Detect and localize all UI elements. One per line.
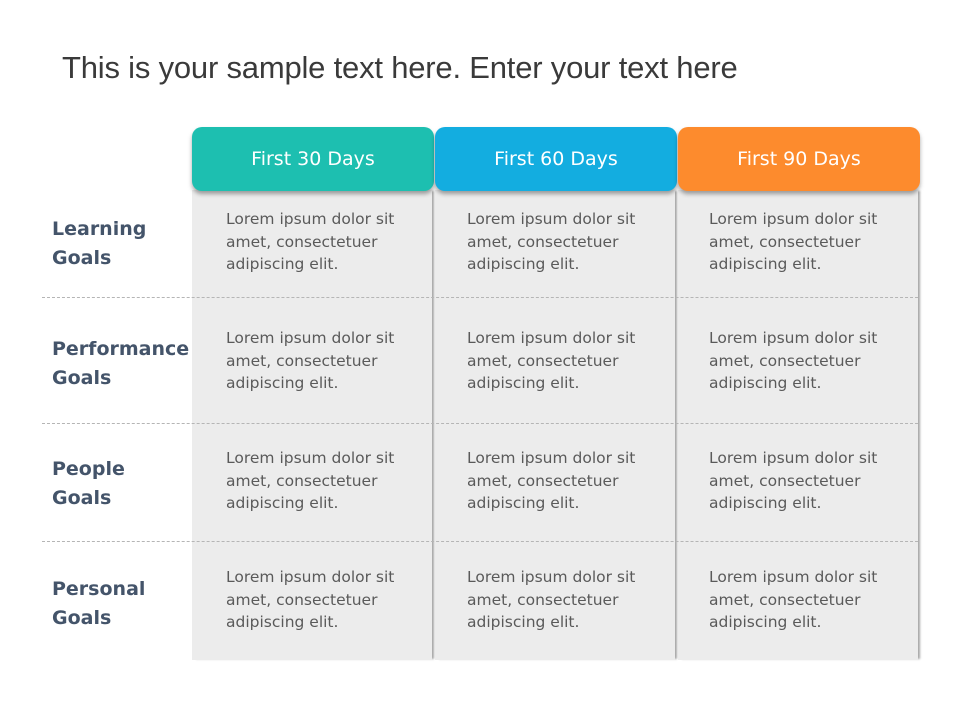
column-header-60-days: First 60 Days — [435, 127, 677, 191]
row-divider — [42, 297, 918, 298]
table-cell: Lorem ipsum dolor sit amet, consectetuer a… — [226, 327, 426, 395]
row-label-line: Goals — [52, 607, 112, 629]
cell-text-line: adipiscing elit. — [709, 255, 822, 273]
row-label-line: Personal — [52, 578, 146, 600]
table-cell: Lorem ipsum dolor sit amet, consectetuer a… — [709, 327, 909, 395]
row-divider — [42, 423, 918, 424]
row-label-personal-goals: Personal Goals — [52, 575, 192, 633]
cell-text-line: amet, consectetuer — [467, 590, 619, 609]
row-label-line: Goals — [52, 367, 112, 389]
cell-text-line: amet, consectetuer — [709, 351, 861, 370]
table-cell: Lorem ipsum dolor sit amet, consectetuer a… — [467, 447, 667, 515]
cell-text-line: adipiscing elit. — [467, 494, 580, 512]
cell-text-line: adipiscing elit. — [226, 374, 339, 392]
cell-text-line: adipiscing elit. — [709, 374, 822, 392]
table-cell: Lorem ipsum dolor sit amet, consectetuer a… — [226, 566, 426, 634]
cell-text-line: amet, consectetuer — [709, 590, 861, 609]
cell-text-line: Lorem ipsum dolor sit — [226, 210, 395, 228]
cell-text-line: Lorem ipsum dolor sit — [226, 449, 395, 467]
cell-text-line: amet, consectetuer — [226, 471, 378, 490]
cell-text-line: adipiscing elit. — [467, 613, 580, 631]
cell-text-line: adipiscing elit. — [226, 613, 339, 631]
cell-text-line: adipiscing elit. — [226, 494, 339, 512]
cell-text-line: amet, consectetuer — [467, 471, 619, 490]
table-cell: Lorem ipsum dolor sit amet, consectetuer a… — [467, 208, 667, 276]
row-label-line: People — [52, 458, 125, 480]
cell-text-line: amet, consectetuer — [226, 351, 378, 370]
table-cell: Lorem ipsum dolor sit amet, consectetuer a… — [467, 566, 667, 634]
table-cell: Lorem ipsum dolor sit amet, consectetuer a… — [709, 208, 909, 276]
cell-text-line: adipiscing elit. — [226, 255, 339, 273]
table-cell: Lorem ipsum dolor sit amet, consectetuer a… — [226, 447, 426, 515]
cell-text-line: amet, consectetuer — [709, 232, 861, 251]
cell-text-line: adipiscing elit. — [467, 255, 580, 273]
row-label-learning-goals: Learning Goals — [52, 215, 192, 273]
column-header-label: First 90 Days — [737, 148, 861, 170]
column-header-90-days: First 90 Days — [678, 127, 920, 191]
cell-text-line: amet, consectetuer — [226, 232, 378, 251]
row-label-performance-goals: Performance Goals — [52, 335, 192, 393]
cell-text-line: Lorem ipsum dolor sit — [709, 449, 878, 467]
cell-text-line: Lorem ipsum dolor sit — [709, 568, 878, 586]
slide-title: This is your sample text here. Enter you… — [62, 50, 738, 85]
row-label-line: Performance — [52, 338, 190, 360]
cell-text-line: Lorem ipsum dolor sit — [467, 568, 636, 586]
row-label-line: Learning — [52, 218, 147, 240]
cell-text-line: adipiscing elit. — [709, 494, 822, 512]
cell-text-line: adipiscing elit. — [467, 374, 580, 392]
cell-text-line: Lorem ipsum dolor sit — [709, 329, 878, 347]
cell-text-line: amet, consectetuer — [709, 471, 861, 490]
row-label-line: Goals — [52, 487, 112, 509]
cell-text-line: Lorem ipsum dolor sit — [467, 449, 636, 467]
cell-text-line: amet, consectetuer — [467, 232, 619, 251]
table-cell: Lorem ipsum dolor sit amet, consectetuer a… — [226, 208, 426, 276]
cell-text-line: Lorem ipsum dolor sit — [226, 329, 395, 347]
table-cell: Lorem ipsum dolor sit amet, consectetuer a… — [709, 566, 909, 634]
cell-text-line: Lorem ipsum dolor sit — [709, 210, 878, 228]
cell-text-line: amet, consectetuer — [226, 590, 378, 609]
row-divider — [42, 541, 918, 542]
row-label-people-goals: People Goals — [52, 455, 192, 513]
row-label-line: Goals — [52, 247, 112, 269]
column-header-label: First 60 Days — [494, 148, 618, 170]
cell-text-line: amet, consectetuer — [467, 351, 619, 370]
cell-text-line: Lorem ipsum dolor sit — [467, 210, 636, 228]
cell-text-line: adipiscing elit. — [709, 613, 822, 631]
table-cell: Lorem ipsum dolor sit amet, consectetuer a… — [467, 327, 667, 395]
cell-text-line: Lorem ipsum dolor sit — [226, 568, 395, 586]
table-cell: Lorem ipsum dolor sit amet, consectetuer a… — [709, 447, 909, 515]
column-header-label: First 30 Days — [251, 148, 375, 170]
column-header-30-days: First 30 Days — [192, 127, 434, 191]
cell-text-line: Lorem ipsum dolor sit — [467, 329, 636, 347]
